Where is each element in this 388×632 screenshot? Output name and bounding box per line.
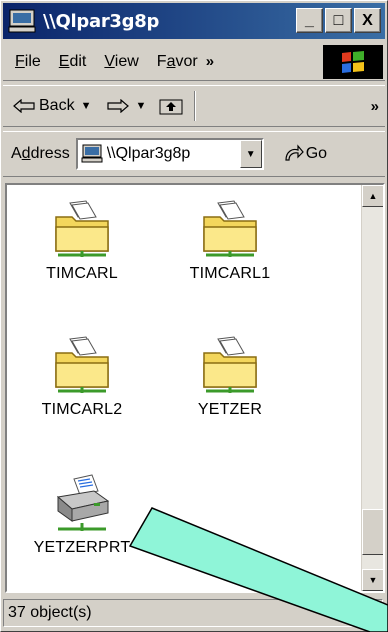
network-computer-icon — [8, 9, 36, 33]
item-label: TIMCARL2 — [41, 401, 123, 418]
menu-bar: File Edit View Favor » — [3, 43, 385, 81]
shared-printer-icon — [56, 474, 110, 531]
menu-favorites[interactable]: Favor — [157, 53, 198, 71]
toolbar-separator — [194, 91, 197, 121]
windows-logo-icon — [323, 45, 383, 79]
menu-edit-key: E — [58, 52, 70, 70]
address-input[interactable]: \\Qlpar3g8p ▼ — [75, 138, 264, 170]
go-button[interactable]: Go — [282, 144, 327, 164]
scroll-thumb[interactable] — [362, 509, 383, 555]
item-label: YETZER — [197, 401, 263, 418]
item-label: YETZERPRT — [33, 539, 131, 556]
network-computer-icon — [81, 144, 103, 163]
back-dropdown-icon[interactable]: ▼ — [81, 100, 92, 112]
back-button[interactable]: Back ▼ — [13, 97, 91, 115]
scroll-down-button[interactable]: ▼ — [362, 569, 383, 591]
forward-arrow-icon — [107, 99, 130, 113]
menu-view-post: iew — [114, 52, 139, 70]
explorer-window: \\Qlpar3g8p _ □ X File Edit View Favor » — [0, 0, 388, 632]
address-label-post: dress — [30, 145, 70, 162]
menu-overflow-chevron[interactable]: » — [206, 53, 214, 70]
menu-favorites-pre: F — [156, 52, 167, 70]
back-arrow-icon — [13, 99, 35, 113]
menu-file-post: ile — [24, 52, 41, 70]
address-label-pre: A — [11, 145, 22, 162]
up-folder-icon — [159, 99, 183, 115]
menu-favorites-post: vor — [175, 52, 198, 70]
title-bar[interactable]: \\Qlpar3g8p _ □ X — [3, 3, 385, 39]
address-dropdown-button[interactable]: ▼ — [239, 140, 262, 168]
menu-file[interactable]: File — [15, 53, 41, 71]
menu-view-key: V — [104, 52, 115, 70]
list-item[interactable]: TIMCARL2 — [17, 335, 147, 419]
list-item[interactable]: TIMCARL1 — [165, 199, 295, 283]
item-label: TIMCARL — [46, 265, 118, 282]
shared-folder-icon — [55, 336, 109, 393]
up-folder-button[interactable] — [158, 96, 184, 116]
list-item[interactable]: YETZER — [165, 335, 295, 419]
toolbar: Back ▼ ▼ » — [3, 85, 385, 127]
close-button[interactable]: X — [354, 8, 381, 33]
shared-folder-icon — [203, 336, 257, 393]
file-list: TIMCARL TIMCARL1 TIMCARL2 YETZER YETZERP… — [5, 183, 385, 593]
shared-folder-icon — [203, 200, 257, 257]
menu-view[interactable]: View — [104, 53, 138, 71]
forward-dropdown-icon[interactable]: ▼ — [135, 100, 146, 112]
back-label: Back — [39, 97, 75, 114]
window-title: \\Qlpar3g8p — [43, 10, 160, 32]
item-label: TIMCARL1 — [189, 265, 271, 282]
go-label: Go — [305, 145, 328, 162]
forward-button[interactable]: ▼ — [107, 99, 146, 113]
menu-edit[interactable]: Edit — [59, 53, 87, 71]
status-text: 37 object(s) — [3, 599, 383, 627]
address-label-key: d — [21, 145, 31, 162]
vertical-scrollbar[interactable]: ▲ ▼ — [361, 185, 383, 591]
address-value: \\Qlpar3g8p — [106, 145, 191, 162]
menu-file-key: F — [15, 52, 25, 70]
address-label: Address — [11, 145, 70, 163]
list-item[interactable]: TIMCARL — [17, 199, 147, 283]
minimize-button[interactable]: _ — [296, 8, 323, 33]
status-bar: 37 object(s) — [3, 597, 385, 629]
scroll-up-button[interactable]: ▲ — [362, 185, 383, 207]
list-item[interactable]: YETZERPRT — [17, 473, 147, 557]
address-bar: Address \\Qlpar3g8p ▼ Go — [3, 131, 385, 177]
maximize-button[interactable]: □ — [325, 8, 352, 33]
toolbar-overflow-chevron[interactable]: » — [371, 98, 379, 115]
go-arrow-icon — [285, 144, 304, 161]
menu-edit-post: dit — [69, 52, 87, 70]
shared-folder-icon — [55, 200, 109, 257]
